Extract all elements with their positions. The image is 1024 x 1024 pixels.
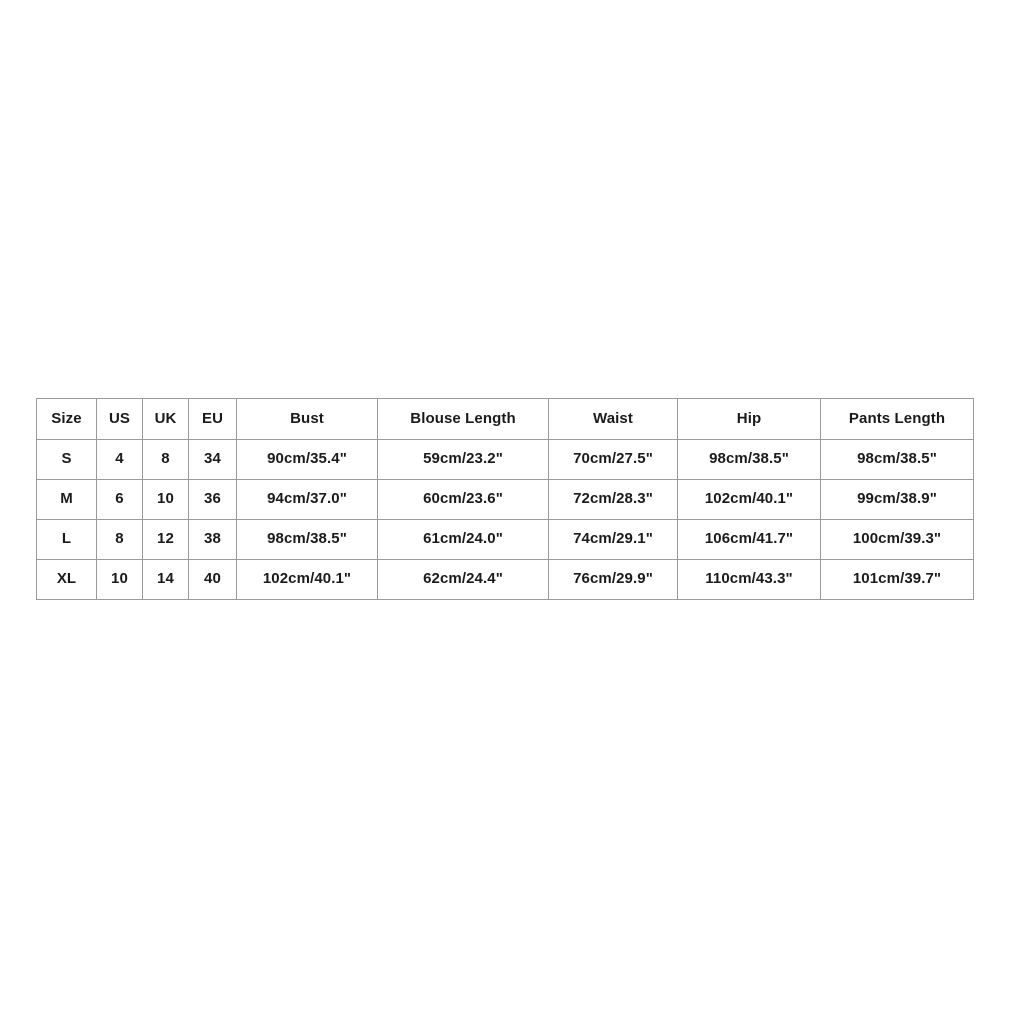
- cell-hip: 106cm/41.7": [677, 519, 821, 560]
- cell-blouse-length: 62cm/24.4": [377, 559, 549, 600]
- cell-eu: 36: [188, 479, 237, 520]
- column-header-pants-length: Pants Length: [820, 398, 974, 440]
- cell-waist: 76cm/29.9": [548, 559, 678, 600]
- cell-size: XL: [36, 559, 97, 600]
- cell-size: M: [36, 479, 97, 520]
- column-header-uk: UK: [142, 398, 189, 440]
- table-row: M 6 10 36 94cm/37.0" 60cm/23.6" 72cm/28.…: [36, 479, 974, 520]
- column-header-blouse-length: Blouse Length: [377, 398, 549, 440]
- cell-bust: 94cm/37.0": [236, 479, 378, 520]
- cell-size: L: [36, 519, 97, 560]
- cell-size: S: [36, 439, 97, 480]
- cell-bust: 98cm/38.5": [236, 519, 378, 560]
- cell-eu: 34: [188, 439, 237, 480]
- cell-waist: 70cm/27.5": [548, 439, 678, 480]
- cell-us: 8: [96, 519, 143, 560]
- cell-blouse-length: 60cm/23.6": [377, 479, 549, 520]
- size-chart-body: S 4 8 34 90cm/35.4" 59cm/23.2" 70cm/27.5…: [36, 439, 974, 600]
- cell-hip: 110cm/43.3": [677, 559, 821, 600]
- column-header-hip: Hip: [677, 398, 821, 440]
- size-chart-container: Size US UK EU Bust Blouse Length Waist H…: [36, 398, 974, 600]
- cell-pants-length: 98cm/38.5": [820, 439, 974, 480]
- cell-uk: 12: [142, 519, 189, 560]
- size-chart-header: Size US UK EU Bust Blouse Length Waist H…: [36, 398, 974, 440]
- column-header-bust: Bust: [236, 398, 378, 440]
- cell-waist: 74cm/29.1": [548, 519, 678, 560]
- cell-waist: 72cm/28.3": [548, 479, 678, 520]
- cell-pants-length: 101cm/39.7": [820, 559, 974, 600]
- cell-hip: 98cm/38.5": [677, 439, 821, 480]
- column-header-eu: EU: [188, 398, 237, 440]
- cell-uk: 10: [142, 479, 189, 520]
- cell-pants-length: 100cm/39.3": [820, 519, 974, 560]
- cell-eu: 38: [188, 519, 237, 560]
- table-row: XL 10 14 40 102cm/40.1" 62cm/24.4" 76cm/…: [36, 559, 974, 600]
- cell-pants-length: 99cm/38.9": [820, 479, 974, 520]
- column-header-waist: Waist: [548, 398, 678, 440]
- cell-us: 4: [96, 439, 143, 480]
- cell-uk: 8: [142, 439, 189, 480]
- cell-hip: 102cm/40.1": [677, 479, 821, 520]
- cell-us: 6: [96, 479, 143, 520]
- cell-uk: 14: [142, 559, 189, 600]
- cell-blouse-length: 59cm/23.2": [377, 439, 549, 480]
- cell-us: 10: [96, 559, 143, 600]
- size-chart-table: Size US UK EU Bust Blouse Length Waist H…: [36, 398, 974, 600]
- cell-bust: 102cm/40.1": [236, 559, 378, 600]
- table-row: L 8 12 38 98cm/38.5" 61cm/24.0" 74cm/29.…: [36, 519, 974, 560]
- cell-bust: 90cm/35.4": [236, 439, 378, 480]
- cell-eu: 40: [188, 559, 237, 600]
- cell-blouse-length: 61cm/24.0": [377, 519, 549, 560]
- column-header-us: US: [96, 398, 143, 440]
- table-row: S 4 8 34 90cm/35.4" 59cm/23.2" 70cm/27.5…: [36, 439, 974, 480]
- table-header-row: Size US UK EU Bust Blouse Length Waist H…: [36, 398, 974, 440]
- column-header-size: Size: [36, 398, 97, 440]
